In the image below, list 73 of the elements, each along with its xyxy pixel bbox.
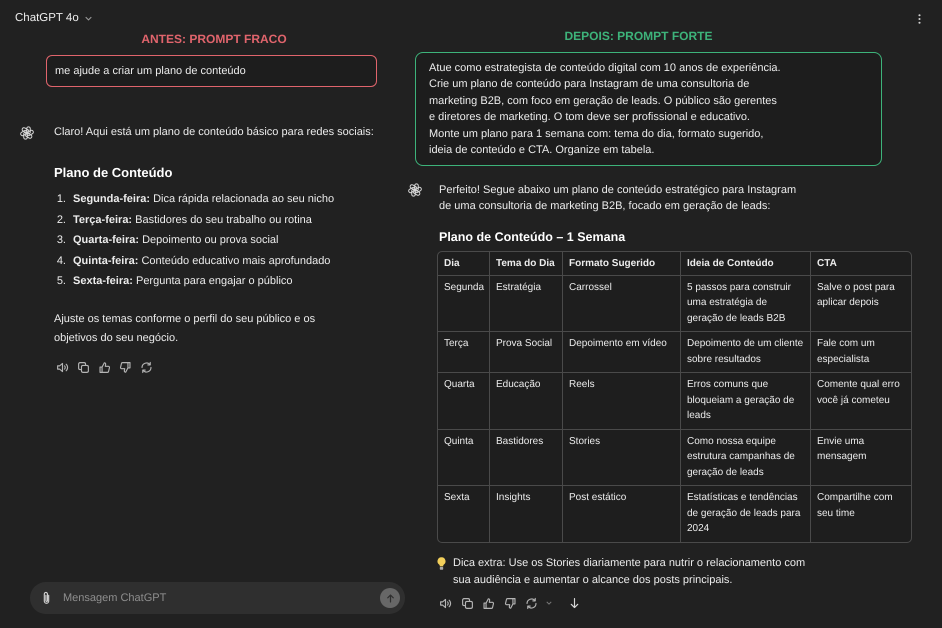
- response-text: Claro! Aqui está um plano de conteúdo básico para redes sociais:: [54, 125, 374, 140]
- list-item-text: Quinta-feira: Conteúdo educativo mais aprofundado: [73, 254, 330, 268]
- speaker-icon[interactable]: [439, 596, 452, 610]
- table-cell: Quinta: [438, 430, 490, 486]
- table-cell: Depoimento de um cliente sobre resultados: [681, 332, 811, 374]
- arrow-up-icon: [384, 592, 396, 604]
- list-item-text: Quarta-feira: Depoimento ou prova social: [73, 233, 278, 248]
- column-header: Ideia de Conteúdo: [681, 252, 811, 276]
- list-number: 1.: [56, 192, 66, 207]
- thumbs-down-icon[interactable]: [504, 596, 516, 610]
- table-cell: Estatísticas e tendências de geração de leads para 2024: [681, 486, 811, 542]
- prompt-message: Atue como estrategista de conteúdo digital com 10 anos de experiência. Crie um plano de conteúdo para Instagram de uma consultoria de marketing B2B, com foco em geração de leads. O público são gerentes e diretores de marketing. O tom deve ser profissional e educativo. Monte um plano para 1 semana com: tema do dia, formato sugerido, ideia de conteúdo e CTA. Organize em tabela.: [415, 52, 882, 166]
- column-header: CTA: [811, 252, 911, 276]
- thumbs-down-icon[interactable]: [119, 361, 132, 374]
- list-number: 5.: [56, 274, 66, 289]
- table-cell: Envie uma mensagem: [811, 430, 911, 486]
- prompt-message: me ajude a criar um plano de conteúdo: [46, 55, 377, 87]
- table-cell: Fale com um especialista: [811, 332, 911, 374]
- message-field[interactable]: Mensagem ChatGPT: [30, 582, 405, 614]
- table-cell: Carrossel: [563, 276, 681, 332]
- table-cell-text: Compartilhe com seu time: [816, 491, 894, 521]
- list-number: 4.: [56, 254, 66, 268]
- list-item-text: Segunda-feira: Dica rápida relacionada ao seu nicho: [73, 192, 334, 207]
- table-cell: Stories: [563, 430, 681, 486]
- knot-logo-icon: [408, 183, 422, 198]
- table-cell: Prova Social: [490, 332, 563, 374]
- table-cell: 5 passos para construir uma estratégia de geração de leads B2B: [681, 276, 811, 332]
- column-header: Tema do Dia: [490, 252, 563, 276]
- table-cell: Como nossa equipe estrutura campanhas de geração de leads: [681, 430, 811, 486]
- refresh-icon[interactable]: [525, 596, 538, 610]
- thumbs-up-icon[interactable]: [482, 596, 495, 610]
- speaker-icon[interactable]: [56, 361, 69, 374]
- send-button[interactable]: [380, 588, 400, 608]
- kebab-menu-icon[interactable]: [918, 13, 921, 25]
- table-cell: Post estático: [563, 486, 681, 542]
- column-header: Dia: [438, 252, 490, 276]
- table-cell: Segunda: [438, 276, 490, 332]
- section-heading: Plano de Conteúdo: [54, 164, 174, 182]
- thumbs-up-icon[interactable]: [98, 361, 111, 374]
- table-cell: Reels: [563, 373, 681, 430]
- panel-heading: ANTES: PROMPT FRACO: [140, 31, 288, 47]
- table-cell: Terça: [438, 332, 490, 374]
- table-cell: Estratégia: [490, 276, 563, 332]
- table-cell: Educação: [490, 373, 563, 430]
- table-cell: Comente qual erro você já cometeu: [811, 373, 911, 430]
- lightbulb-icon: [437, 556, 446, 570]
- table-cell: Bastidores: [490, 430, 563, 486]
- table-cell: Depoimento em vídeo: [563, 332, 681, 374]
- model-selector[interactable]: ChatGPT 4o: [15, 10, 92, 26]
- table-cell: Sexta: [438, 486, 490, 542]
- message-input[interactable]: Mensagem ChatGPT: [63, 590, 372, 606]
- column-header: Formato Sugerido: [563, 252, 681, 276]
- list-item-text: Terça-feira: Bastidores do seu trabalho ou rotina: [73, 212, 312, 228]
- panel-heading: DEPOIS: PROMPT FORTE: [563, 28, 714, 44]
- table-cell: Insights: [490, 486, 563, 542]
- refresh-icon[interactable]: [140, 361, 153, 374]
- copy-icon[interactable]: [77, 361, 90, 374]
- response-text: Ajuste os temas conforme o perfil do seu público e os objetivos do seu negócio.: [54, 312, 316, 346]
- table-cell: Quarta: [438, 373, 490, 430]
- caret-down-icon[interactable]: [546, 601, 552, 606]
- chevron-down-icon: [84, 16, 92, 20]
- section-heading: Plano de Conteúdo – 1 Semana: [439, 229, 626, 246]
- list-number: 3.: [56, 233, 66, 248]
- paperclip-icon[interactable]: [42, 591, 51, 605]
- knot-logo-icon: [20, 126, 34, 140]
- list-item-text: Sexta-feira: Pergunta para engajar o público: [73, 274, 293, 289]
- list-number: 2.: [56, 212, 66, 228]
- tip-text: Dica extra: Use os Stories diariamente para nutrir o relacionamento com sua audiência e aumentar o alcance dos posts principais.: [453, 556, 806, 588]
- response-text: Perfeito! Segue abaixo um plano de conteúdo estratégico para Instagram de uma consultoria de marketing B2B, focado em geração de leads:: [439, 183, 798, 214]
- copy-icon[interactable]: [460, 596, 474, 610]
- table-cell: Erros comuns que bloqueiam a geração de leads: [681, 373, 811, 430]
- arrow-down-icon[interactable]: [568, 596, 581, 610]
- table-cell: Salve o post para aplicar depois: [811, 276, 911, 332]
